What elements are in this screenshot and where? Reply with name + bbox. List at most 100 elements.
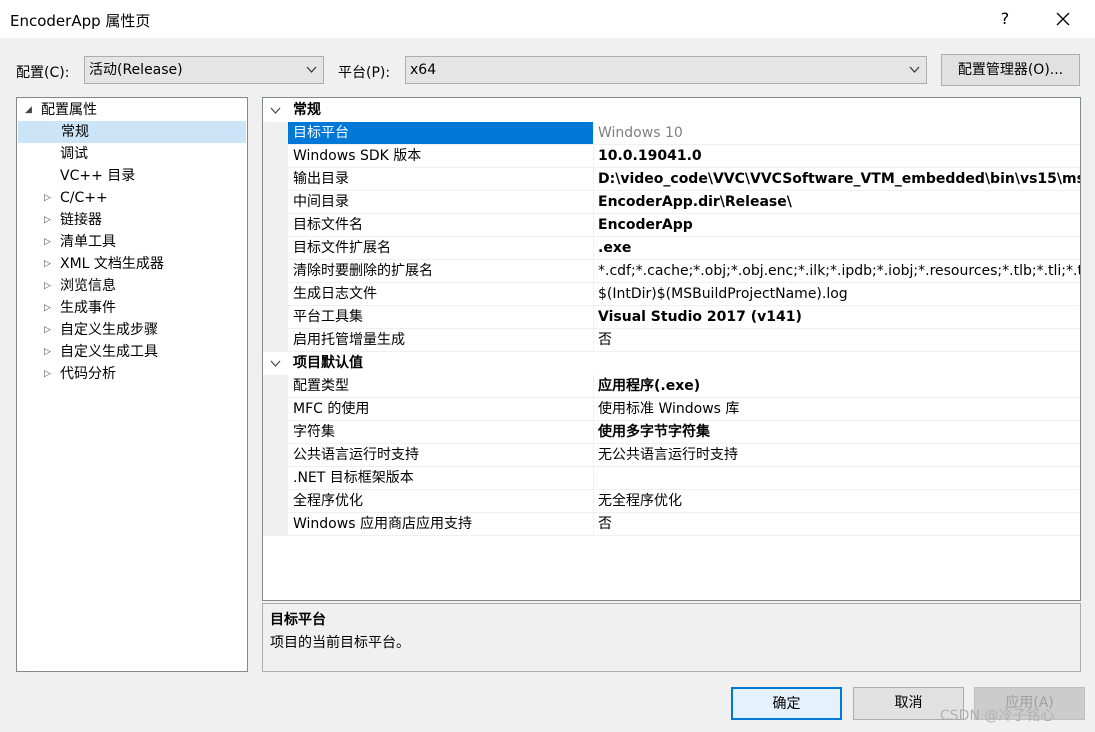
property-row[interactable]: .NET 目标框架版本 bbox=[263, 467, 1080, 490]
property-value[interactable]: EncoderApp bbox=[593, 214, 1080, 237]
tree-item[interactable]: ▷ 链接器 bbox=[17, 209, 247, 231]
triangle-down-icon[interactable]: ◢ bbox=[25, 99, 32, 121]
category-label: 常规 bbox=[293, 102, 321, 118]
property-name[interactable]: 目标文件名 bbox=[288, 214, 593, 237]
config-manager-button[interactable]: 配置管理器(O)... bbox=[941, 54, 1080, 86]
config-label: 配置(C): bbox=[16, 65, 70, 81]
property-row[interactable]: Windows SDK 版本 10.0.19041.0 bbox=[263, 145, 1080, 168]
property-value[interactable]: 否 bbox=[593, 513, 1080, 536]
platform-combo[interactable]: x64 bbox=[405, 56, 927, 84]
property-name[interactable]: 全程序优化 bbox=[288, 490, 593, 513]
property-name[interactable]: .NET 目标框架版本 bbox=[288, 467, 593, 490]
tree-item[interactable]: 调试 bbox=[17, 143, 247, 165]
triangle-right-icon[interactable]: ▷ bbox=[44, 253, 51, 275]
triangle-right-icon[interactable]: ▷ bbox=[44, 231, 51, 253]
config-combo-value: 活动(Release) bbox=[89, 62, 183, 78]
window-title: EncoderApp 属性页 bbox=[10, 12, 151, 30]
config-tree: ◢ 配置属性 常规 调试 VC++ 目录 ▷ C/C++ ▷ 链接器 ▷ 清单工具 ▷ XML 文档生成… bbox=[16, 97, 248, 672]
category-row[interactable]: 项目默认值 bbox=[263, 352, 1080, 375]
tree-item[interactable]: ▷ 代码分析 bbox=[17, 363, 247, 385]
tree-item-label: 代码分析 bbox=[60, 366, 116, 382]
property-value[interactable]: .exe bbox=[593, 237, 1080, 260]
property-row[interactable]: MFC 的使用 使用标准 Windows 库 bbox=[263, 398, 1080, 421]
property-name[interactable]: MFC 的使用 bbox=[288, 398, 593, 421]
triangle-right-icon[interactable]: ▷ bbox=[44, 319, 51, 341]
property-row[interactable]: 启用托管增量生成否 bbox=[263, 329, 1080, 352]
tree-item[interactable]: ▷ 清单工具 bbox=[17, 231, 247, 253]
property-row[interactable]: Windows 应用商店应用支持否 bbox=[263, 513, 1080, 536]
help-icon[interactable]: ? bbox=[990, 7, 1020, 31]
triangle-right-icon[interactable]: ▷ bbox=[44, 187, 51, 209]
triangle-right-icon[interactable]: ▷ bbox=[44, 275, 51, 297]
property-row[interactable]: 输出目录 D:\video_code\VVC\VVCSoftware_VTM_em… bbox=[263, 168, 1080, 191]
property-row[interactable]: 公共语言运行时支持 无公共语言运行时支持 bbox=[263, 444, 1080, 467]
tree-item[interactable]: VC++ 目录 bbox=[17, 165, 247, 187]
property-row[interactable]: 全程序优化 无全程序优化 bbox=[263, 490, 1080, 513]
triangle-right-icon[interactable]: ▷ bbox=[44, 209, 51, 231]
tree-item[interactable]: ▷ 自定义生成步骤 bbox=[17, 319, 247, 341]
tree-root[interactable]: ◢ 配置属性 bbox=[17, 99, 247, 121]
tree-item[interactable]: ▷ C/C++ bbox=[17, 187, 247, 209]
property-row[interactable]: 生成日志文件 $(IntDir)$(MSBuildProjectName).log bbox=[263, 283, 1080, 306]
property-name[interactable]: 字符集 bbox=[288, 421, 593, 444]
property-name[interactable]: 输出目录 bbox=[288, 168, 593, 191]
tree-item[interactable]: ▷ 浏览信息 bbox=[17, 275, 247, 297]
property-value[interactable]: *.cdf;*.cache;*.obj;*.obj.enc;*.ilk;*.ip… bbox=[593, 260, 1080, 283]
row-gutter bbox=[263, 237, 288, 260]
property-value[interactable]: EncoderApp.dir\Release\ bbox=[593, 191, 1080, 214]
property-row[interactable]: 中间目录 EncoderApp.dir\Release\ bbox=[263, 191, 1080, 214]
property-value[interactable]: 使用标准 Windows 库 bbox=[593, 398, 1080, 421]
property-row[interactable]: 目标平台 Windows 10 bbox=[263, 122, 1080, 145]
property-name[interactable]: 配置类型 bbox=[288, 375, 593, 398]
tree-item[interactable]: ▷ 自定义生成工具 bbox=[17, 341, 247, 363]
property-name[interactable]: 中间目录 bbox=[288, 191, 593, 214]
tree-item-label: 自定义生成步骤 bbox=[60, 322, 158, 338]
tree-item-label: 自定义生成工具 bbox=[60, 344, 158, 360]
property-value[interactable]: 否 bbox=[593, 329, 1080, 352]
property-name[interactable]: 平台工具集 bbox=[288, 306, 593, 329]
property-name[interactable]: 生成日志文件 bbox=[288, 283, 593, 306]
tree-item-label: XML 文档生成器 bbox=[60, 256, 164, 272]
ok-button[interactable]: 确定 bbox=[731, 687, 842, 720]
property-row[interactable]: 字符集 使用多字节字符集 bbox=[263, 421, 1080, 444]
property-value[interactable]: Visual Studio 2017 (v141) bbox=[593, 306, 1080, 329]
property-value[interactable]: 使用多字节字符集 bbox=[593, 421, 1080, 444]
close-icon[interactable] bbox=[1048, 7, 1078, 31]
property-grid: 常规目标平台 Windows 10 Windows SDK 版本 10.0.19041… bbox=[262, 97, 1081, 601]
property-row[interactable]: 目标文件名 EncoderApp bbox=[263, 214, 1080, 237]
row-gutter bbox=[263, 329, 288, 352]
property-name[interactable]: 目标文件扩展名 bbox=[288, 237, 593, 260]
category-row[interactable]: 常规 bbox=[263, 99, 1080, 122]
property-value[interactable]: Windows 10 bbox=[593, 122, 1080, 145]
tree-item[interactable]: ▷ 生成事件 bbox=[17, 297, 247, 319]
property-name[interactable]: 公共语言运行时支持 bbox=[288, 444, 593, 467]
property-name[interactable]: 启用托管增量生成 bbox=[288, 329, 593, 352]
property-row[interactable]: 目标文件扩展名 .exe bbox=[263, 237, 1080, 260]
triangle-right-icon[interactable]: ▷ bbox=[44, 297, 51, 319]
property-name[interactable]: Windows SDK 版本 bbox=[288, 145, 593, 168]
property-row[interactable]: 平台工具集 Visual Studio 2017 (v141) bbox=[263, 306, 1080, 329]
tree-item-label: C/C++ bbox=[60, 190, 108, 206]
property-value[interactable] bbox=[593, 467, 1080, 490]
triangle-right-icon[interactable]: ▷ bbox=[44, 341, 51, 363]
chevron-down-icon bbox=[909, 57, 920, 93]
property-row[interactable]: 清除时要删除的扩展名 *.cdf;*.cache;*.obj;*.obj.enc;… bbox=[263, 260, 1080, 283]
config-combo[interactable]: 活动(Release) bbox=[84, 56, 324, 84]
property-name[interactable]: Windows 应用商店应用支持 bbox=[288, 513, 593, 536]
row-gutter bbox=[263, 122, 288, 145]
tree-item[interactable]: ▷ XML 文档生成器 bbox=[17, 253, 247, 275]
property-name[interactable]: 目标平台 bbox=[288, 122, 593, 145]
category-label: 项目默认值 bbox=[293, 355, 363, 371]
property-value[interactable]: 无公共语言运行时支持 bbox=[593, 444, 1080, 467]
triangle-right-icon[interactable]: ▷ bbox=[44, 363, 51, 385]
row-gutter bbox=[263, 490, 288, 513]
property-value[interactable]: 无全程序优化 bbox=[593, 490, 1080, 513]
platform-label: 平台(P): bbox=[338, 65, 391, 81]
property-value[interactable]: 应用程序(.exe) bbox=[593, 375, 1080, 398]
property-name[interactable]: 清除时要删除的扩展名 bbox=[288, 260, 593, 283]
property-value[interactable]: $(IntDir)$(MSBuildProjectName).log bbox=[593, 283, 1080, 306]
tree-item[interactable]: 常规 bbox=[18, 121, 246, 143]
property-row[interactable]: 配置类型 应用程序(.exe) bbox=[263, 375, 1080, 398]
property-value[interactable]: 10.0.19041.0 bbox=[593, 145, 1080, 168]
property-value[interactable]: D:\video_code\VVC\VVCSoftware_VTM_embedd… bbox=[593, 168, 1080, 191]
